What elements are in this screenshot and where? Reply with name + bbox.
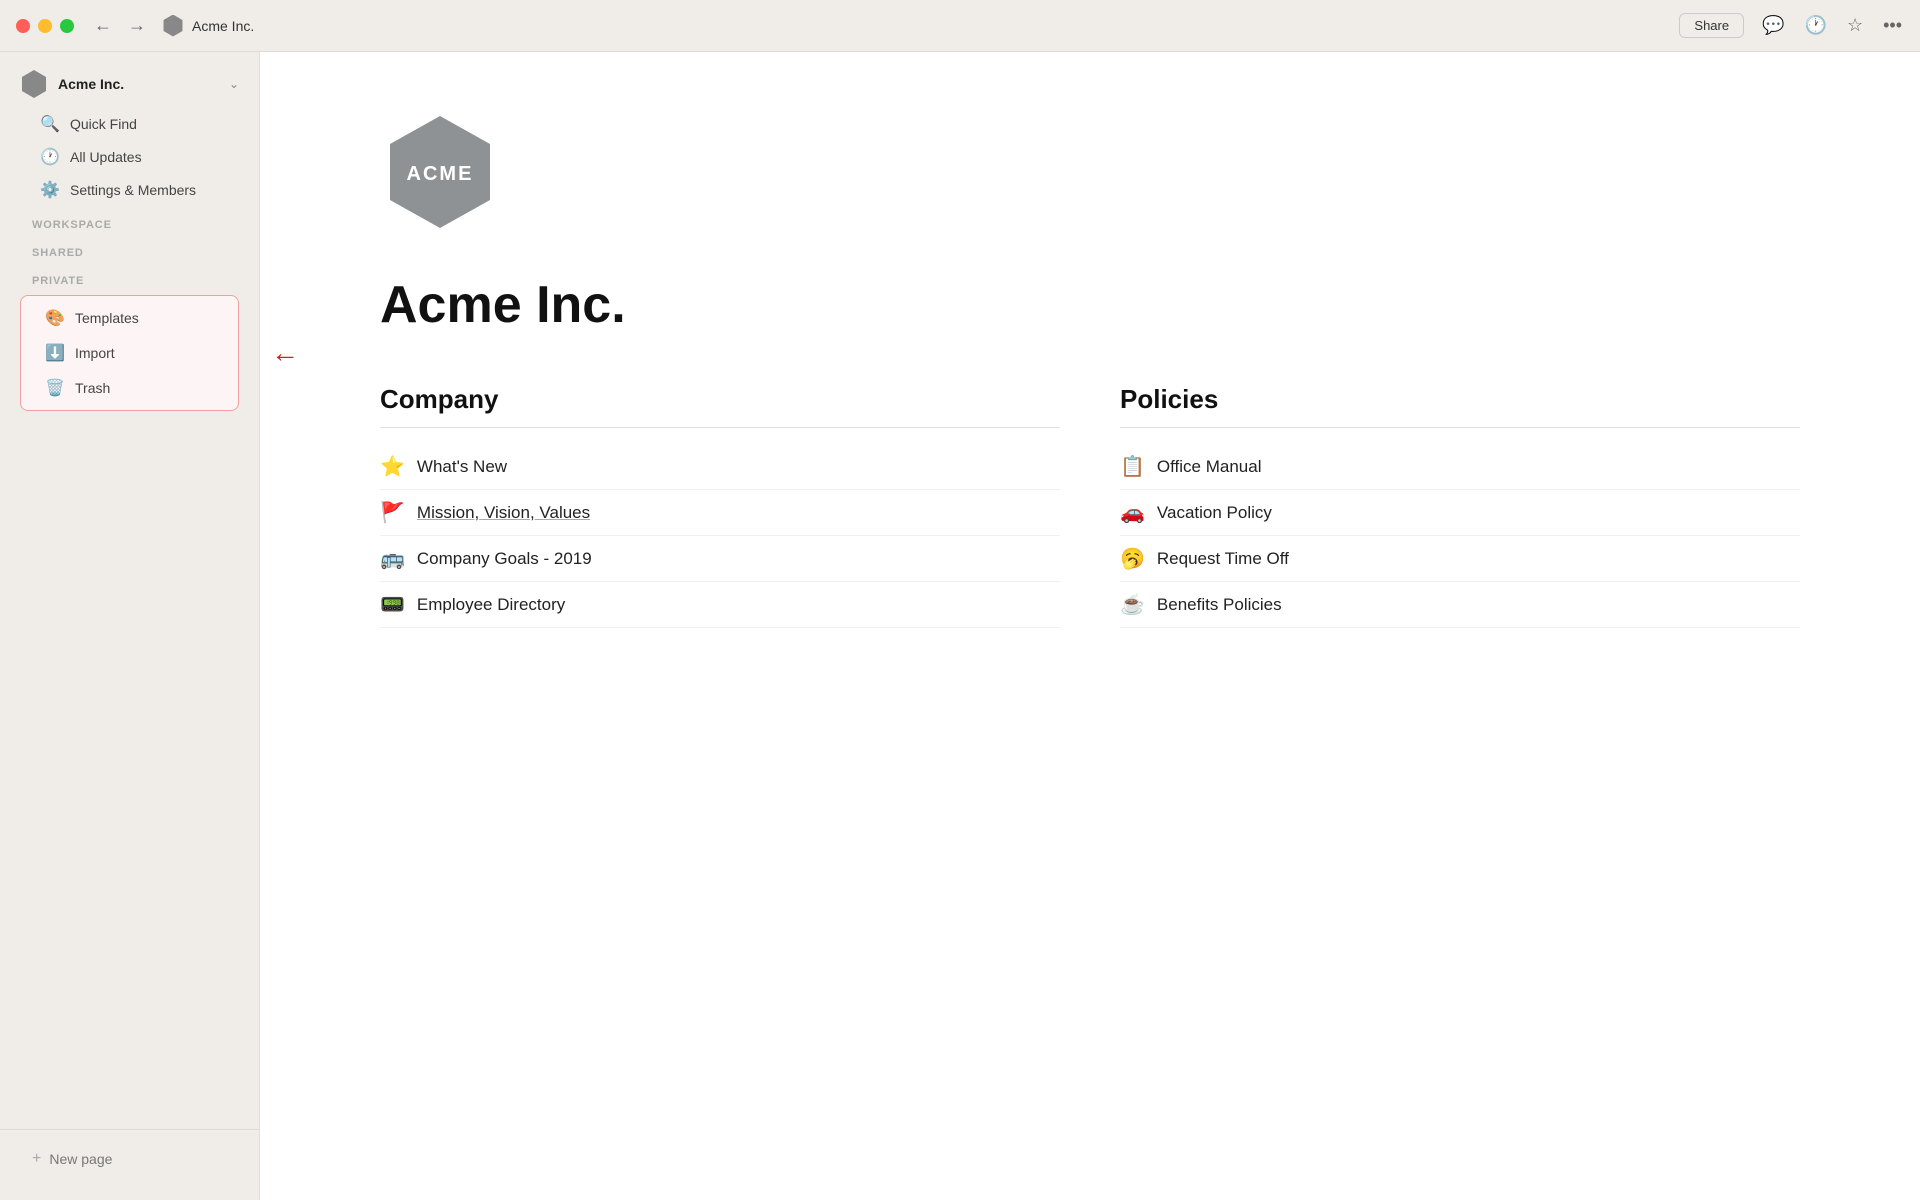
sidebar-item-label: Templates bbox=[75, 310, 139, 326]
star-icon[interactable]: ☆ bbox=[1845, 13, 1865, 38]
car-emoji: 🚗 bbox=[1120, 500, 1145, 525]
minimize-button[interactable] bbox=[38, 19, 52, 33]
plus-icon: + bbox=[32, 1150, 41, 1168]
new-page-label: New page bbox=[49, 1151, 112, 1167]
title-bar-title: Acme Inc. bbox=[192, 18, 1679, 34]
more-options-icon[interactable]: ••• bbox=[1881, 13, 1904, 38]
sidebar-item-all-updates[interactable]: 🕐 All Updates bbox=[20, 141, 239, 173]
sidebar-item-trash[interactable]: 🗑️ Trash bbox=[25, 371, 234, 405]
close-button[interactable] bbox=[16, 19, 30, 33]
workspace-name: Acme Inc. bbox=[58, 76, 229, 92]
traffic-lights bbox=[16, 19, 74, 33]
list-item[interactable]: 🚩 Mission, Vision, Values bbox=[380, 490, 1060, 536]
back-button[interactable]: ← bbox=[90, 13, 116, 38]
sidebar-item-label: Settings & Members bbox=[70, 182, 196, 198]
item-whats-new: What's New bbox=[417, 457, 507, 477]
sidebar-item-quick-find[interactable]: 🔍 Quick Find bbox=[20, 108, 239, 140]
list-item[interactable]: 🥱 Request Time Off bbox=[1120, 536, 1800, 582]
svg-text:ACME: ACME bbox=[407, 163, 474, 185]
workspace-header[interactable]: Acme Inc. ⌄ bbox=[12, 64, 247, 104]
content-area: ACME Acme Inc. Company ⭐ What's New 🚩 Mi… bbox=[260, 52, 1920, 1200]
new-page-button[interactable]: + New page bbox=[12, 1142, 247, 1176]
chat-icon[interactable]: 💬 bbox=[1760, 13, 1786, 38]
arrow-indicator: 🎨 Templates ⬇️ Import 🗑️ Trash ← bbox=[12, 295, 247, 411]
item-employee-directory: Employee Directory bbox=[417, 595, 565, 615]
section-workspace: WORKSPACE bbox=[12, 207, 247, 235]
item-request-time-off: Request Time Off bbox=[1157, 549, 1289, 569]
page-logo-container: ACME bbox=[380, 112, 1800, 237]
list-item[interactable]: ☕ Benefits Policies bbox=[1120, 582, 1800, 628]
list-item[interactable]: ⭐ What's New bbox=[380, 444, 1060, 490]
red-arrow-indicator: ← bbox=[271, 337, 299, 369]
sidebar-top: Acme Inc. ⌄ 🔍 Quick Find 🕐 All Updates ⚙… bbox=[0, 64, 259, 415]
phone-emoji: 📟 bbox=[380, 592, 405, 617]
forward-button[interactable]: → bbox=[124, 13, 150, 38]
item-office-manual: Office Manual bbox=[1157, 457, 1262, 477]
maximize-button[interactable] bbox=[60, 19, 74, 33]
flag-emoji: 🚩 bbox=[380, 500, 405, 525]
sidebar-bottom: + New page bbox=[0, 1129, 259, 1188]
sidebar-item-label: Import bbox=[75, 345, 115, 361]
title-bar-actions: Share 💬 🕐 ☆ ••• bbox=[1679, 13, 1904, 38]
policies-section: Policies 📋 Office Manual 🚗 Vacation Poli… bbox=[1120, 384, 1800, 628]
section-private: PRIVATE bbox=[12, 263, 247, 291]
sidebar-item-import[interactable]: ⬇️ Import bbox=[25, 336, 234, 370]
policies-heading: Policies bbox=[1120, 384, 1800, 428]
templates-icon: 🎨 bbox=[45, 308, 65, 328]
sidebar-item-label: All Updates bbox=[70, 149, 142, 165]
import-icon: ⬇️ bbox=[45, 343, 65, 363]
page-title: Acme Inc. bbox=[380, 277, 1800, 334]
main-layout: Acme Inc. ⌄ 🔍 Quick Find 🕐 All Updates ⚙… bbox=[0, 52, 1920, 1200]
clipboard-emoji: 📋 bbox=[1120, 454, 1145, 479]
workspace-logo-icon bbox=[20, 70, 48, 98]
list-item[interactable]: 🚗 Vacation Policy bbox=[1120, 490, 1800, 536]
sidebar-item-label: Trash bbox=[75, 380, 110, 396]
item-mission: Mission, Vision, Values bbox=[417, 503, 590, 523]
trash-icon: 🗑️ bbox=[45, 378, 65, 398]
history-icon[interactable]: 🕐 bbox=[1803, 13, 1829, 38]
item-benefits-policies: Benefits Policies bbox=[1157, 595, 1282, 615]
company-section: Company ⭐ What's New 🚩 Mission, Vision, … bbox=[380, 384, 1060, 628]
sleepy-emoji: 🥱 bbox=[1120, 546, 1145, 571]
company-heading: Company bbox=[380, 384, 1060, 428]
title-bar: ← → Acme Inc. Share 💬 🕐 ☆ ••• bbox=[0, 0, 1920, 52]
search-icon: 🔍 bbox=[40, 114, 60, 134]
nav-buttons: ← → bbox=[90, 13, 150, 38]
gear-icon: ⚙️ bbox=[40, 180, 60, 200]
sidebar: Acme Inc. ⌄ 🔍 Quick Find 🕐 All Updates ⚙… bbox=[0, 52, 260, 1200]
sidebar-item-settings[interactable]: ⚙️ Settings & Members bbox=[20, 174, 239, 206]
bus-emoji: 🚌 bbox=[380, 546, 405, 571]
section-shared: SHARED bbox=[12, 235, 247, 263]
coffee-emoji: ☕ bbox=[1120, 592, 1145, 617]
list-item[interactable]: 🚌 Company Goals - 2019 bbox=[380, 536, 1060, 582]
share-button[interactable]: Share bbox=[1679, 13, 1744, 38]
acme-logo: ACME bbox=[380, 112, 500, 232]
sidebar-item-label: Quick Find bbox=[70, 116, 137, 132]
item-company-goals: Company Goals - 2019 bbox=[417, 549, 592, 569]
clock-icon: 🕐 bbox=[40, 147, 60, 167]
workspace-icon bbox=[162, 15, 184, 37]
content-columns: Company ⭐ What's New 🚩 Mission, Vision, … bbox=[380, 384, 1800, 628]
item-vacation-policy: Vacation Policy bbox=[1157, 503, 1272, 523]
list-item[interactable]: 📟 Employee Directory bbox=[380, 582, 1060, 628]
star-emoji: ⭐ bbox=[380, 454, 405, 479]
highlighted-section: 🎨 Templates ⬇️ Import 🗑️ Trash bbox=[20, 295, 239, 411]
chevron-down-icon: ⌄ bbox=[229, 77, 239, 91]
list-item[interactable]: 📋 Office Manual bbox=[1120, 444, 1800, 490]
sidebar-item-templates[interactable]: 🎨 Templates bbox=[25, 301, 234, 335]
